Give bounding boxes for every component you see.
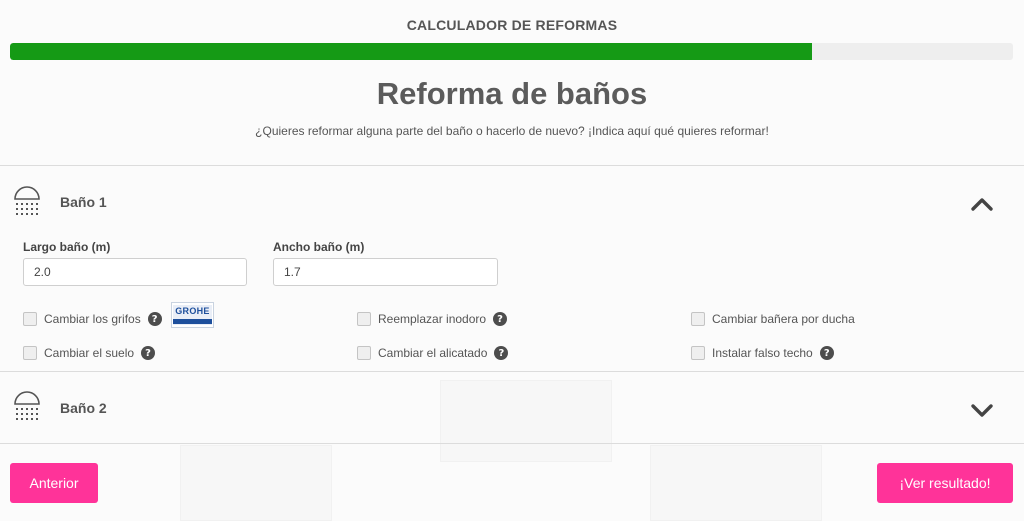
grohe-logo-text: GROHE	[173, 305, 212, 325]
section-header-bano-1[interactable]: Baño 1	[0, 166, 1024, 236]
help-icon[interactable]: ?	[141, 346, 156, 360]
app-title: CALCULADOR DE REFORMAS	[406, 17, 618, 33]
option-label: Cambiar bañera por ducha	[712, 312, 855, 326]
option-label: Cambiar los grifos	[44, 312, 141, 326]
option-reemplazar-inodoro[interactable]: Reemplazar inodoro ?	[357, 310, 508, 328]
largo-input[interactable]	[23, 258, 247, 286]
checkbox[interactable]	[23, 312, 37, 326]
shower-head-icon	[14, 391, 40, 420]
page-title: Reforma de baños	[376, 76, 648, 111]
background-shelf-left	[180, 445, 332, 521]
ancho-label: Ancho baño (m)	[273, 240, 365, 254]
help-icon[interactable]: ?	[493, 312, 508, 326]
option-label: Reemplazar inodoro	[378, 312, 487, 326]
progress-bar	[10, 43, 1013, 60]
help-icon[interactable]: ?	[494, 346, 509, 360]
option-label: Cambiar el alicatado	[378, 346, 488, 360]
ancho-input[interactable]	[273, 258, 498, 286]
section-label: Baño 1	[60, 194, 107, 210]
previous-button[interactable]: Anterior	[10, 463, 98, 503]
option-label: Instalar falso techo	[712, 346, 813, 360]
option-label: Cambiar el suelo	[44, 346, 135, 360]
checkbox[interactable]	[691, 346, 705, 360]
option-cambiar-banera[interactable]: Cambiar bañera por ducha	[691, 310, 855, 328]
checkbox[interactable]	[23, 346, 37, 360]
checkbox[interactable]	[357, 312, 371, 326]
chevron-down-icon[interactable]	[970, 402, 994, 418]
option-cambiar-grifos[interactable]: Cambiar los grifos ?	[23, 310, 162, 328]
grohe-logo: GROHE	[171, 302, 214, 328]
background-shelf-right	[650, 445, 822, 521]
section-label: Baño 2	[60, 400, 107, 416]
section-header-bano-2[interactable]: Baño 2	[0, 372, 1024, 442]
checkbox[interactable]	[357, 346, 371, 360]
divider	[0, 443, 1024, 444]
progress-bar-fill	[10, 43, 813, 60]
option-cambiar-suelo[interactable]: Cambiar el suelo ?	[23, 344, 156, 362]
see-result-button[interactable]: ¡Ver resultado!	[877, 463, 1013, 503]
checkbox[interactable]	[691, 312, 705, 326]
help-icon[interactable]: ?	[819, 346, 834, 360]
page-subtitle: ¿Quieres reformar alguna parte del baño …	[255, 124, 769, 138]
option-falso-techo[interactable]: Instalar falso techo ?	[691, 344, 834, 362]
largo-label: Largo baño (m)	[23, 240, 111, 254]
chevron-up-icon[interactable]	[970, 196, 994, 212]
option-cambiar-alicatado[interactable]: Cambiar el alicatado ?	[357, 344, 509, 362]
shower-head-icon	[14, 186, 40, 215]
help-icon[interactable]: ?	[147, 312, 162, 326]
